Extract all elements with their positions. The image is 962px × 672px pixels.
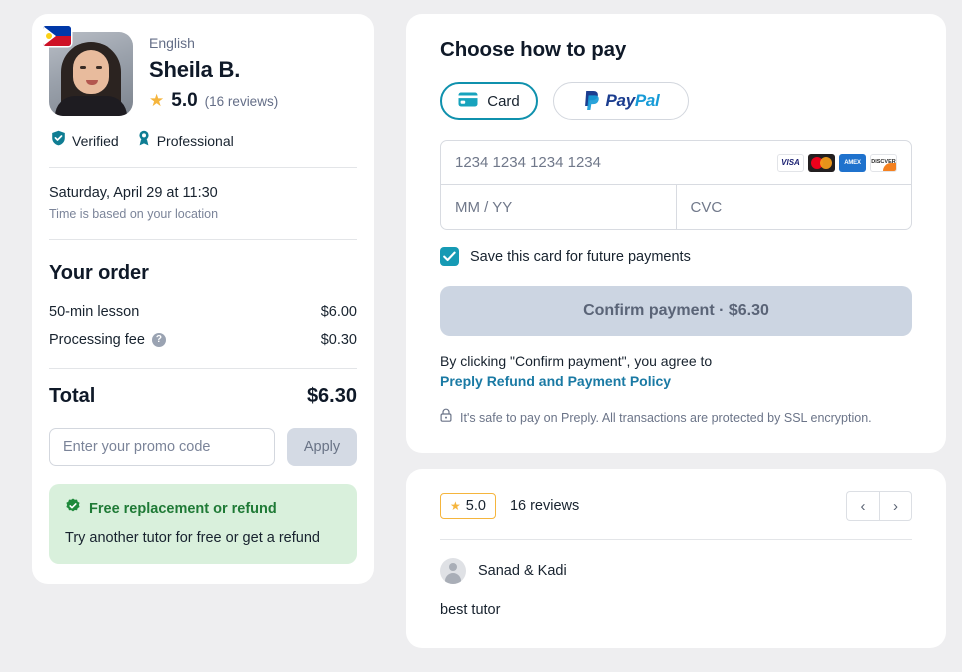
save-card-checkbox[interactable] bbox=[440, 247, 459, 266]
card-expiry-placeholder: MM / YY bbox=[455, 198, 513, 216]
review-text: best tutor bbox=[440, 602, 501, 618]
paypal-word-pay: Pay bbox=[605, 91, 636, 110]
reviews-count-label: 16 reviews bbox=[509, 498, 580, 514]
discover-icon: DISCVER bbox=[870, 153, 897, 172]
apply-promo-button[interactable]: Apply bbox=[287, 428, 357, 466]
visa-icon: VISA bbox=[777, 153, 804, 172]
confirm-payment-button[interactable]: Confirm payment · $6.30 bbox=[440, 286, 912, 336]
reviews-nav: ‹ › bbox=[846, 491, 912, 521]
timezone-note: Time is based on your location bbox=[49, 207, 219, 221]
user-avatar-icon bbox=[440, 558, 466, 584]
tutor-language: English bbox=[149, 35, 195, 51]
order-line-items: 50-min lesson $6.00 Processing fee ? $0.… bbox=[49, 298, 357, 354]
badge-professional-label: Professional bbox=[156, 132, 234, 149]
tutor-header: English Sheila B. ★ 5.0 (16 reviews) bbox=[43, 26, 357, 116]
payment-card: Choose how to pay Card PayPal 1234 1234 … bbox=[406, 14, 946, 453]
tutor-info: English Sheila B. ★ 5.0 (16 reviews) bbox=[149, 32, 278, 113]
tutor-name: Sheila B. bbox=[149, 57, 241, 82]
schedule-block: Saturday, April 29 at 11:30 Time is base… bbox=[49, 184, 357, 223]
star-icon: ★ bbox=[149, 91, 165, 110]
refund-subtitle: Try another tutor for free or get a refu… bbox=[65, 530, 320, 546]
save-card-label: Save this card for future payments bbox=[470, 248, 691, 265]
lesson-datetime: Saturday, April 29 at 11:30 bbox=[49, 185, 218, 201]
ssl-text: It's safe to pay on Preply. All transact… bbox=[460, 410, 872, 425]
order-summary-column: English Sheila B. ★ 5.0 (16 reviews) Ver… bbox=[32, 14, 374, 672]
payment-column: Choose how to pay Card PayPal 1234 1234 … bbox=[406, 14, 946, 672]
tutor-rating: ★ 5.0 (16 reviews) bbox=[149, 90, 278, 113]
check-badge-icon bbox=[65, 498, 81, 519]
checkout-page: English Sheila B. ★ 5.0 (16 reviews) Ver… bbox=[0, 0, 962, 672]
review-count: (16 reviews) bbox=[204, 94, 279, 109]
amex-icon: AMEX bbox=[839, 153, 866, 172]
payment-method-tabs: Card PayPal bbox=[440, 82, 912, 120]
promo-code-input[interactable] bbox=[49, 428, 275, 466]
order-row: 50-min lesson $6.00 bbox=[49, 298, 357, 326]
order-total: Total $6.30 bbox=[49, 385, 357, 408]
shield-check-icon bbox=[51, 130, 66, 151]
reviews-card: ★ 5.0 16 reviews ‹ › Sanad & Kadi best t… bbox=[406, 469, 946, 648]
payment-method-card-label: Card bbox=[487, 92, 520, 110]
terms-agreement: By clicking "Confirm payment", you agree… bbox=[440, 351, 912, 391]
divider-2 bbox=[49, 239, 357, 240]
badge-professional: Professional bbox=[137, 130, 234, 151]
lock-icon bbox=[440, 408, 452, 427]
card-number-field[interactable]: 1234 1234 1234 1234 VISA AMEX DISCVER bbox=[441, 141, 911, 185]
star-icon: ★ bbox=[450, 499, 461, 513]
help-tooltip-icon[interactable]: ? bbox=[151, 333, 166, 347]
order-row: Processing fee ? $0.30 bbox=[49, 326, 357, 354]
badge-verified-label: Verified bbox=[72, 132, 119, 149]
avatar bbox=[43, 26, 133, 116]
card-expiry-field[interactable]: MM / YY bbox=[441, 185, 676, 229]
chevron-left-icon[interactable]: ‹ bbox=[846, 491, 879, 521]
card-cvc-field[interactable]: CVC bbox=[675, 185, 912, 229]
divider bbox=[49, 167, 357, 168]
review-author-row: Sanad & Kadi bbox=[440, 558, 912, 584]
save-card-row: Save this card for future payments bbox=[440, 247, 912, 266]
payment-method-paypal[interactable]: PayPal bbox=[553, 82, 689, 120]
promo-code-row: Apply bbox=[49, 428, 357, 466]
card-cvc-placeholder: CVC bbox=[690, 198, 723, 216]
reviews-rating-badge: ★ 5.0 bbox=[440, 493, 496, 519]
payment-method-card[interactable]: Card bbox=[440, 82, 538, 120]
badge-verified: Verified bbox=[51, 130, 119, 151]
review-author-name: Sanad & Kadi bbox=[478, 563, 567, 579]
reviews-divider bbox=[440, 539, 912, 540]
terms-text: By clicking "Confirm payment", you agree… bbox=[440, 353, 713, 369]
reviews-header: ★ 5.0 16 reviews ‹ › bbox=[440, 491, 912, 521]
rating-value: 5.0 bbox=[171, 90, 198, 111]
line-item-price: $6.00 bbox=[320, 304, 357, 320]
refund-title: Free replacement or refund bbox=[89, 500, 277, 517]
order-summary-card: English Sheila B. ★ 5.0 (16 reviews) Ver… bbox=[32, 14, 374, 584]
order-title: Your order bbox=[49, 262, 149, 284]
divider-3 bbox=[49, 368, 357, 369]
mastercard-icon bbox=[808, 153, 835, 172]
free-refund-banner: Free replacement or refund Try another t… bbox=[49, 484, 357, 564]
chevron-right-icon[interactable]: › bbox=[879, 491, 912, 521]
award-ribbon-icon bbox=[137, 130, 151, 151]
total-value: $6.30 bbox=[306, 385, 357, 407]
paypal-logo-icon: PayPal bbox=[583, 91, 660, 111]
line-item-label: 50-min lesson bbox=[49, 304, 140, 320]
card-fields-group: 1234 1234 1234 1234 VISA AMEX DISCVER MM… bbox=[440, 140, 912, 230]
paypal-word-pal: Pal bbox=[634, 91, 660, 110]
payment-title: Choose how to pay bbox=[440, 38, 627, 61]
credit-card-icon bbox=[458, 92, 478, 111]
line-item-label: Processing fee bbox=[49, 332, 145, 348]
ssl-notice: It's safe to pay on Preply. All transact… bbox=[440, 408, 912, 427]
reviews-rating-value: 5.0 bbox=[465, 498, 486, 514]
tutor-badges: Verified Professional bbox=[49, 130, 357, 151]
total-label: Total bbox=[49, 385, 96, 407]
card-number-placeholder: 1234 1234 1234 1234 bbox=[455, 154, 601, 171]
philippines-flag-icon bbox=[43, 26, 71, 46]
refund-policy-link[interactable]: Preply Refund and Payment Policy bbox=[440, 371, 912, 391]
line-item-price: $0.30 bbox=[320, 332, 357, 348]
card-brand-icons: VISA AMEX DISCVER bbox=[777, 153, 897, 172]
